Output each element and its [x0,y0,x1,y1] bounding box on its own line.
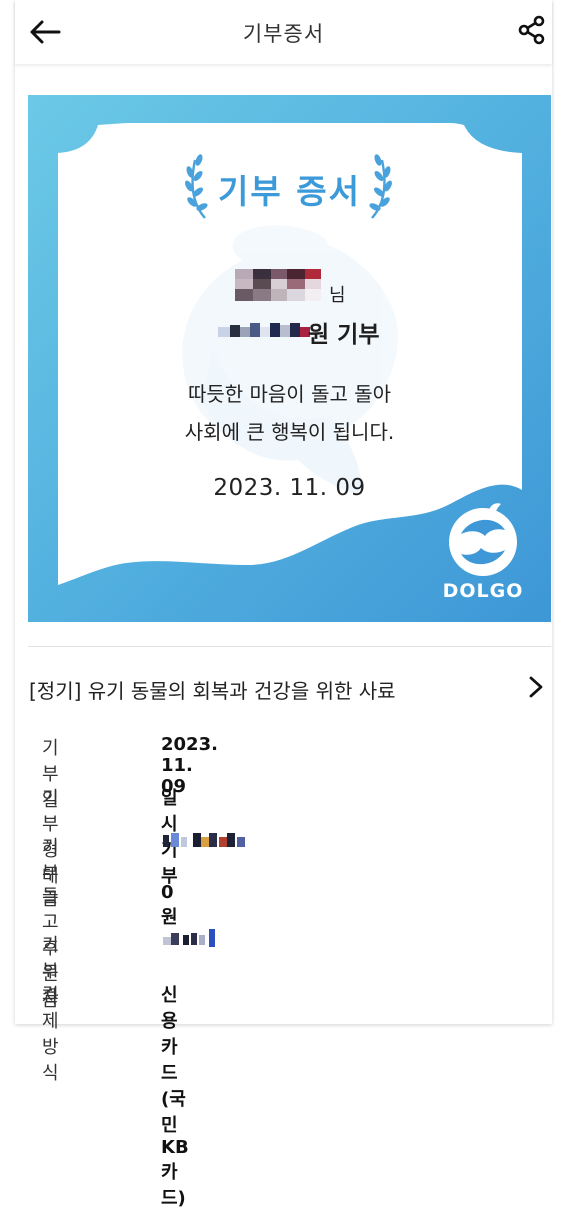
donation-amount-label: 원 기부 [308,322,380,348]
chevron-right-icon[interactable] [525,674,547,700]
share-button[interactable] [514,12,550,48]
message-line-1: 따듯한 마음이 돌고 돌아 [187,382,392,406]
app-frame: 기부증서 기부 증서 님 원 기부 따듯한 마음이 돌고 돌아 사회에 큰 행복… [15,0,552,1209]
redacted-donor-value [163,929,215,947]
share-icon [518,15,545,45]
redacted-donor-name [235,269,321,301]
certificate-date: 2023. 11. 09 [213,475,366,501]
section-divider [28,646,551,647]
donation-certificate: 기부 증서 님 원 기부 따듯한 마음이 돌고 돌아 사회에 큰 행복이 됩니다… [28,95,551,622]
page-title: 기부증서 [242,22,325,46]
detail-value: 0원 [161,882,178,928]
detail-label: 결제방식 [42,985,59,1084]
campaign-title-link[interactable]: [정기] 유기 동물의 회복과 건강을 위한 사료 [29,675,396,704]
certificate-message: 따듯한 마음이 돌고 돌아 사회에 큰 행복이 됩니다. [28,375,551,451]
laurel-right-icon [369,154,392,219]
certificate-heading: 기부 증서 [218,172,361,211]
redacted-amount-value [163,833,245,847]
dolgo-dolphin-logo-icon [449,503,517,576]
dolgo-logo-text: DOLGO [442,580,524,602]
redacted-amount [218,323,310,337]
detail-value: 신용카드(국민KB카드) [161,985,189,1209]
message-line-2: 사회에 큰 행복이 됩니다. [184,420,395,444]
top-bar: 기부증서 [15,0,552,64]
honorific-label: 님 [329,285,346,306]
